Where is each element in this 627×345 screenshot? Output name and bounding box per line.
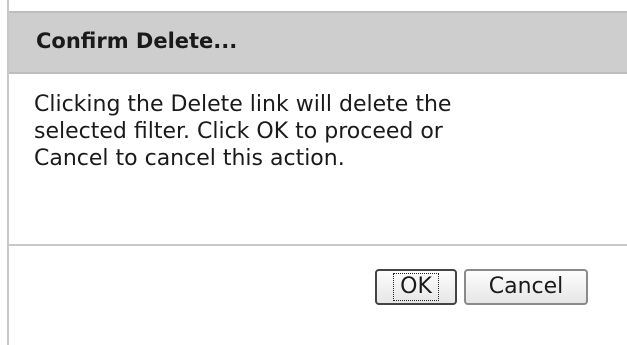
dialog-divider — [9, 244, 627, 246]
confirm-delete-dialog: Confirm Delete... Clicking the Delete li… — [7, 0, 627, 345]
dialog-message-line: Clicking the Delete link will delete the — [34, 92, 452, 117]
dialog-message-line: Cancel to cancel this action. — [34, 146, 345, 171]
dialog-message: Clicking the Delete link will delete the… — [34, 91, 594, 172]
cancel-button[interactable]: Cancel — [464, 269, 588, 305]
dialog-title: Confirm Delete... — [36, 29, 238, 53]
ok-button-label: OK — [393, 273, 439, 301]
ok-button[interactable]: OK — [375, 269, 457, 305]
screen: Confirm Delete... Clicking the Delete li… — [0, 0, 627, 345]
dialog-title-bar: Confirm Delete... — [9, 11, 627, 74]
dialog-message-line: selected filter. Click OK to proceed or — [34, 119, 443, 144]
